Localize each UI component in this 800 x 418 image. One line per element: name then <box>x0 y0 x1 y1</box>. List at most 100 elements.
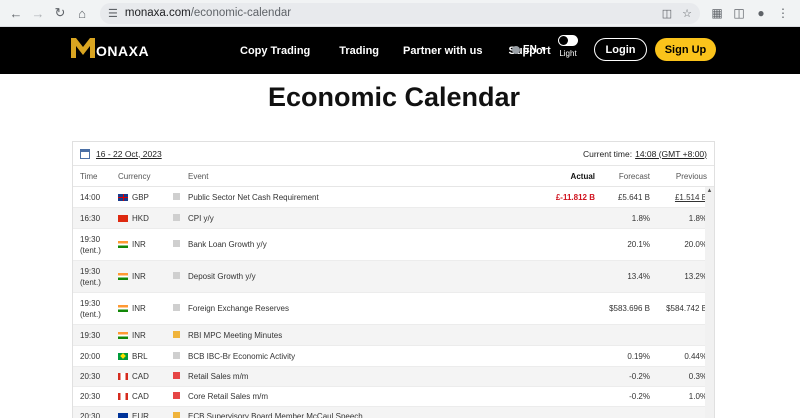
site-info-icon[interactable]: ☰ <box>108 7 118 20</box>
table-row[interactable]: 19:30 INR RBI MPC Meeting Minutes <box>73 325 714 346</box>
page-title: Economic Calendar <box>267 82 521 112</box>
profile-icon[interactable]: ● <box>750 6 772 20</box>
inr-flag-icon <box>118 273 128 280</box>
event-actual: £-11.812 B <box>555 192 595 202</box>
event-name[interactable]: Foreign Exchange Reserves <box>188 304 464 313</box>
tentative-label: (tent.) <box>80 245 101 255</box>
event-previous: 1.0% <box>688 392 707 401</box>
login-button[interactable]: Login <box>594 38 647 61</box>
event-currency: EUR <box>118 412 173 418</box>
importance-cell <box>173 330 188 340</box>
time-value: 19:30 <box>80 330 101 340</box>
table-row[interactable]: 19:30 (tent.) INR Foreign Exchange Reserves… <box>73 293 714 325</box>
event-forecast: -0.2% <box>629 372 650 381</box>
event-name[interactable]: Public Sector Net Cash Requirement <box>188 193 464 202</box>
currency-code: INR <box>132 240 146 249</box>
event-name[interactable]: Core Retail Sales m/m <box>188 392 464 401</box>
date-range[interactable]: 16 - 22 Oct, 2023 <box>96 149 162 159</box>
language-label: EN <box>523 44 537 55</box>
table-row[interactable]: 20:30 EUR ECB Supervisory Board Member McC… <box>73 407 714 418</box>
event-name[interactable]: Retail Sales m/m <box>188 372 464 381</box>
chevron-down-icon: ▼ <box>539 46 547 53</box>
forward-icon[interactable]: → <box>28 3 48 23</box>
signup-button[interactable]: Sign Up <box>655 38 716 61</box>
scrollbar[interactable]: ▲ <box>705 187 714 418</box>
home-icon[interactable]: ⌂ <box>72 3 92 23</box>
brl-flag-icon <box>118 352 128 360</box>
event-name[interactable]: BCB IBC-Br Economic Activity <box>188 352 464 361</box>
event-currency: INR <box>118 331 173 340</box>
event-name[interactable]: CPI y/y <box>188 214 464 223</box>
logo[interactable]: ONAXA <box>71 38 149 58</box>
nav-partner[interactable]: Partner with us <box>403 45 482 57</box>
current-time-value[interactable]: 14:08 (GMT +8:00) <box>635 149 707 159</box>
event-time: 16:30 <box>73 213 118 224</box>
currency-code: CAD <box>132 372 149 381</box>
currency-code: INR <box>132 304 146 313</box>
nav-copy-trading[interactable]: Copy Trading <box>240 45 310 57</box>
hkd-flag-icon <box>118 214 128 222</box>
theme-toggle[interactable]: Light <box>556 35 580 58</box>
table-row[interactable]: 16:30 HKD CPI y/y 1.8% 1.8% <box>73 208 714 229</box>
importance-cell <box>173 192 188 202</box>
inr-flag-icon <box>118 305 128 312</box>
main-nav: Copy Trading Trading Partner with us Sup… <box>240 27 551 74</box>
currency-code: BRL <box>132 351 148 361</box>
nav-trading[interactable]: Trading <box>339 45 379 57</box>
cad-flag-icon <box>118 373 128 380</box>
event-currency: CAD <box>118 372 173 381</box>
event-forecast: 20.1% <box>627 240 650 249</box>
translate-icon[interactable]: ◫ <box>662 7 672 20</box>
reload-icon[interactable]: ↻ <box>50 3 70 23</box>
header-currency: Currency <box>118 171 151 181</box>
event-previous: £1.514 B <box>674 192 707 202</box>
table-header: Time Currency Event Actual Forecast Prev… <box>73 166 714 187</box>
event-name[interactable]: Bank Loan Growth y/y <box>188 240 464 249</box>
logo-m-icon <box>71 38 95 58</box>
scroll-up-icon[interactable]: ▲ <box>705 187 714 196</box>
event-name[interactable]: Deposit Growth y/y <box>188 272 464 281</box>
menu-icon[interactable]: ⋮ <box>772 6 794 20</box>
event-currency: BRL <box>118 352 173 361</box>
table-row[interactable]: 14:00 GBP Public Sector Net Cash Requireme… <box>73 187 714 208</box>
importance-low-icon <box>173 351 180 359</box>
calendar-icon[interactable] <box>80 148 90 159</box>
event-forecast: -0.2% <box>629 392 650 401</box>
header-actual: Actual <box>570 171 595 181</box>
table-row[interactable]: 20:00 BRL BCB IBC-Br Economic Activity 0.19… <box>73 346 714 367</box>
time-value: 20:30 <box>80 412 101 418</box>
time-value: 16:30 <box>80 213 101 223</box>
time-value: 19:30 <box>80 234 101 244</box>
table-row[interactable]: 19:30 (tent.) INR Deposit Growth y/y 13.4% 13… <box>73 261 714 293</box>
event-name[interactable]: ECB Supervisory Board Member McCaul Spee… <box>188 412 464 418</box>
current-time-label: Current time: <box>582 148 633 159</box>
importance-mid-icon <box>173 330 180 338</box>
event-currency: GBP <box>118 193 173 202</box>
importance-cell <box>173 412 188 418</box>
url-host: monaxa.com <box>124 7 191 19</box>
tentative-label: (tent.) <box>80 277 101 287</box>
table-row[interactable]: 20:30 CAD Core Retail Sales m/m -0.2% 1.0% <box>73 387 714 407</box>
toggle-switch[interactable] <box>558 35 578 46</box>
table-row[interactable]: 20:30 CAD Retail Sales m/m -0.2% 0.3% <box>73 367 714 387</box>
language-selector[interactable]: EN ▼ <box>512 44 547 55</box>
importance-high-icon <box>173 392 180 399</box>
event-forecast: 13.4% <box>627 272 650 281</box>
bookmark-star-icon[interactable]: ☆ <box>682 7 692 20</box>
back-icon[interactable]: ← <box>6 3 26 23</box>
url-path: /economic-calendar <box>190 7 292 19</box>
event-name[interactable]: RBI MPC Meeting Minutes <box>188 331 464 340</box>
browser-toolbar: ← → ↻ ⌂ ☰ monaxa.com/economic-calendar ◫… <box>0 0 800 27</box>
event-time: 19:30 (tent.) <box>73 298 118 320</box>
logo-text: ONAXA <box>96 43 150 59</box>
header-time: Time <box>80 171 98 181</box>
table-row[interactable]: 19:30 (tent.) INR Bank Loan Growth y/y 20.1%… <box>73 229 714 261</box>
event-previous: $584.742 B <box>666 304 707 313</box>
currency-code: CAD <box>132 392 149 401</box>
event-time: 20:30 <box>73 391 118 402</box>
event-time: 19:30 (tent.) <box>73 234 118 256</box>
address-bar[interactable]: ☰ monaxa.com/economic-calendar ◫ ☆ <box>100 2 700 24</box>
extensions-icon[interactable]: ▦ <box>706 6 728 20</box>
globe-icon <box>512 45 520 54</box>
side-panel-icon[interactable]: ◫ <box>728 6 750 20</box>
